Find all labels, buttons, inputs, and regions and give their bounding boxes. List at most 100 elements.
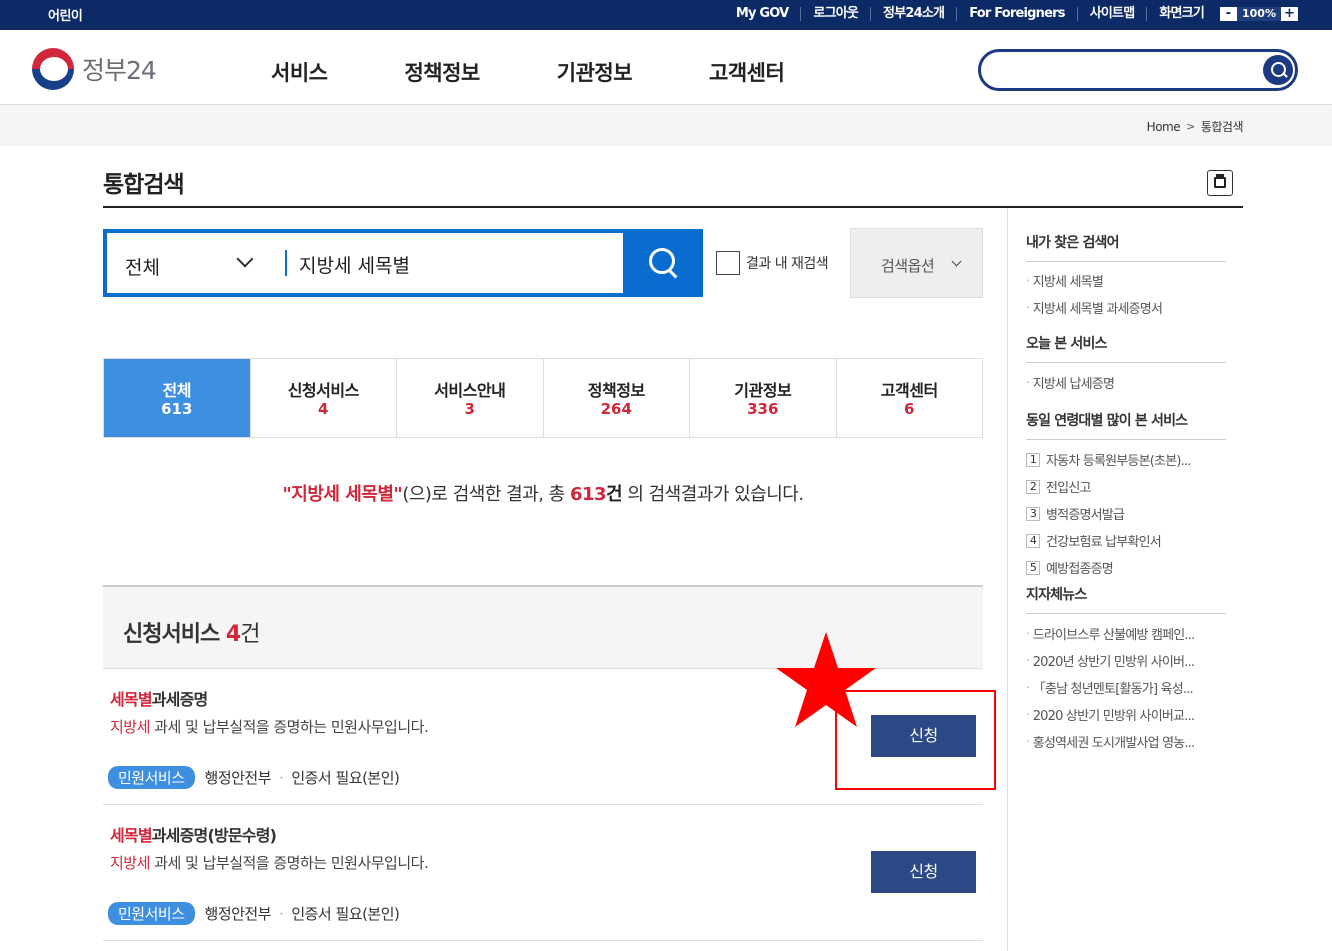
sidebar-heading: 내가 찾은 검색어 [1026,232,1226,262]
zoom-in-button[interactable]: + [1281,7,1298,21]
search-within-label: 결과 내 재검색 [746,256,829,272]
list-item[interactable]: · 2020년 상반기 민방위 사이버... [1026,651,1226,670]
search-options-button[interactable]: 검색옵션 [850,228,983,298]
bullet-icon: · [1026,301,1029,314]
rank-badge: 1 [1026,452,1040,467]
search-within-results[interactable]: 결과 내 재검색 [716,251,829,275]
tab-agency-info[interactable]: 기관정보 336 [690,359,837,437]
result-meta: 민원서비스 행정안전부 · 인증서 필요(본인) [108,902,400,925]
tab-label: 고객센터 [880,381,938,400]
tab-label: 전체 [162,381,192,400]
result-cert-requirement: 인증서 필요(본인) [291,769,400,787]
global-nav: 서비스 정책정보 기관정보 고객센터 [271,57,861,87]
nav-policy-info[interactable]: 정책정보 [404,57,480,87]
summary-quote-close: " [393,484,403,505]
result-title[interactable]: 세목별과세증명 [110,686,208,710]
summary-text-end: 의 검색결과가 있습니다. [622,484,804,505]
result-title[interactable]: 세목별과세증명(방문수령) [110,822,277,846]
sidebar-heading: 지자체뉴스 [1026,584,1226,614]
tab-label: 서비스안내 [434,381,506,400]
nav-customer-center[interactable]: 고객센터 [709,57,785,87]
chevron-down-icon [951,256,962,267]
list-item[interactable]: 2 전입신고 [1026,477,1226,496]
text-cursor [285,250,287,276]
bullet-icon: · [1026,274,1029,287]
my-gov-link[interactable]: My GOV [724,7,802,21]
nav-agency-info[interactable]: 기관정보 [557,57,633,87]
sitemap-link[interactable]: 사이트맵 [1078,7,1148,21]
tab-policy-info[interactable]: 정책정보 264 [543,359,690,437]
utility-links: My GOV 로그아웃 정부24소개 For Foreigners 사이트맵 화… [724,5,1298,23]
page-title: 통합검색 [103,172,185,198]
list-item[interactable]: · 2020 상반기 민방위 사이버교... [1026,705,1226,724]
tab-count: 613 [161,400,193,418]
screen-size-label: 화면크기 [1159,6,1204,21]
result-agency: 행정안전부 [204,905,272,923]
list-item[interactable]: 3 병적증명서발급 [1026,504,1226,523]
header-search-input[interactable] [978,49,1298,91]
summary-count: 613 [569,484,607,505]
section-unit: 건 [240,622,260,647]
breadcrumb: Home > 통합검색 [1147,118,1244,135]
logout-link[interactable]: 로그아웃 [801,7,872,21]
list-item[interactable]: · 지방세 세목별 과세증명서 [1026,298,1226,317]
category-badge: 민원서비스 [108,902,195,925]
list-item[interactable]: 4 건강보험료 납부확인서 [1026,531,1226,550]
breadcrumb-current: 통합검색 [1200,120,1244,134]
category-select[interactable]: 전체 [125,253,160,280]
list-item[interactable]: · 지방세 세목별 [1026,271,1226,290]
zoom-out-button[interactable]: - [1220,7,1237,21]
title-divider [103,206,1243,208]
tab-apply-services[interactable]: 신청서비스 4 [250,359,397,437]
result-summary: "지방세 세목별"(으)로 검색한 결과, 총 613건 의 검색결과가 있습니… [103,480,983,506]
annotation-star-icon [776,632,876,727]
tab-count: 3 [464,400,475,418]
meta-separator: · [279,768,284,787]
search-query-input[interactable]: 지방세 세목별 [299,251,410,278]
taegeuk-logo-icon [32,48,74,90]
tab-all[interactable]: 전체 613 [104,359,251,437]
tab-count: 264 [600,400,632,418]
search-icon[interactable] [1263,55,1293,85]
search-within-checkbox[interactable] [716,251,740,275]
gov24-logo[interactable]: 정부24 [32,48,157,90]
sidebar-heading: 오늘 본 서비스 [1026,333,1226,363]
result-agency: 행정안전부 [204,769,272,787]
sidebar-divider [1007,208,1008,951]
print-button[interactable] [1207,170,1233,196]
bullet-icon: · [1026,708,1029,721]
result-description: 지방세 과세 및 납부실적을 증명하는 민원사무입니다. [110,854,429,872]
summary-unit: 건 [606,484,623,505]
tab-customer-center[interactable]: 고객센터 6 [836,359,982,437]
list-item[interactable]: 5 예방접종증명 [1026,558,1226,577]
breadcrumb-home[interactable]: Home [1147,120,1181,134]
summary-text: (으)로 검색한 결과, 총 [402,484,570,505]
about-link[interactable]: 정부24소개 [871,7,958,21]
apply-button[interactable]: 신청 [871,851,976,893]
for-foreigners-link[interactable]: For Foreigners [957,7,1078,21]
rank-badge: 4 [1026,533,1040,548]
list-item[interactable]: · 「충남 청년멘토[활동가] 육성... [1026,678,1226,697]
list-item[interactable]: · 지방세 납세증명 [1026,373,1226,392]
main-search-box: 전체 지방세 세목별 [103,229,703,297]
list-item[interactable]: · 드라이브스루 산불예방 캠페인... [1026,624,1226,643]
tab-label: 정책정보 [587,381,645,400]
result-item: 세목별과세증명(방문수령) 지방세 과세 및 납부실적을 증명하는 민원사무입니… [103,805,983,941]
main-header: 정부24 서비스 정책정보 기관정보 고객센터 [0,30,1332,105]
meta-separator: · [279,904,284,923]
tab-count: 336 [747,400,779,418]
tab-service-guide[interactable]: 서비스안내 3 [397,359,544,437]
list-item[interactable]: · 홍성역세권 도시개발사업 영농... [1026,732,1226,751]
search-button[interactable] [623,229,703,297]
bullet-icon: · [1026,654,1029,667]
result-tabs: 전체 613 신청서비스 4 서비스안내 3 정책정보 264 기관정보 336… [103,358,983,438]
tab-label: 신청서비스 [287,381,360,400]
bullet-icon: · [1026,735,1029,748]
chevron-down-icon[interactable] [236,250,254,268]
search-options-label: 검색옵션 [881,257,935,275]
nav-services[interactable]: 서비스 [271,57,328,87]
list-item[interactable]: 1 자동차 등록원부등본(초본)... [1026,450,1226,469]
kids-link[interactable]: 어린이 [48,5,83,24]
sidebar-heading: 동일 연령대별 많이 본 서비스 [1026,410,1226,440]
logo-text: 정부24 [82,56,157,85]
